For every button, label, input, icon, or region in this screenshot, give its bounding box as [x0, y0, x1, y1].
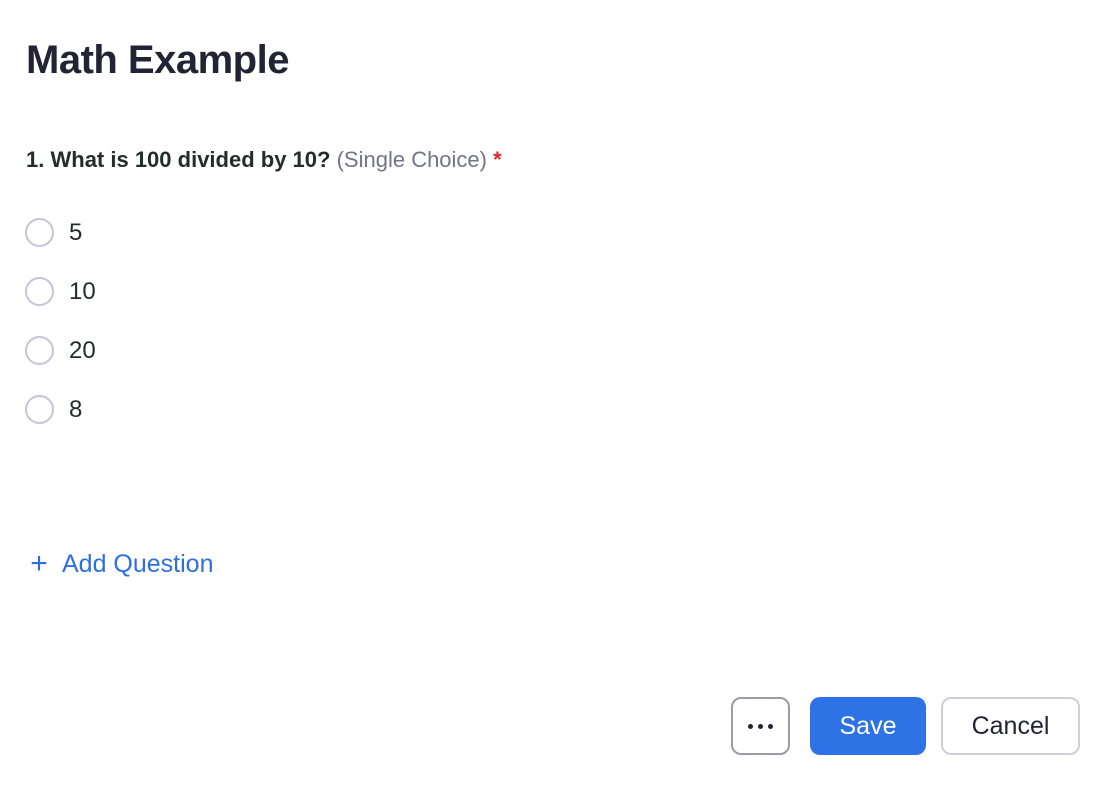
radio-button[interactable] — [25, 395, 54, 424]
save-button[interactable]: Save — [810, 697, 926, 755]
answer-option[interactable]: 8 — [25, 380, 96, 439]
page-title: Math Example — [26, 38, 289, 82]
option-label: 10 — [69, 277, 96, 305]
poll-editor: Math Example 1. What is 100 divided by 1… — [0, 0, 1108, 800]
question-text: What is 100 divided by 10? — [50, 147, 331, 172]
radio-button[interactable] — [25, 277, 54, 306]
ellipsis-dot — [758, 723, 763, 729]
radio-button[interactable] — [25, 336, 54, 365]
footer-actions: Save Cancel — [731, 697, 1080, 755]
question-heading: 1. What is 100 divided by 10? (Single Ch… — [26, 145, 502, 175]
answer-option[interactable]: 10 — [25, 262, 96, 321]
radio-button[interactable] — [25, 218, 54, 247]
cancel-button[interactable]: Cancel — [941, 697, 1080, 755]
option-label: 5 — [69, 218, 83, 246]
required-marker: * — [493, 147, 502, 172]
option-label: 20 — [69, 336, 96, 364]
answer-option[interactable]: 5 — [25, 203, 96, 262]
plus-icon: + — [30, 547, 48, 580]
question-number: 1. — [26, 147, 45, 172]
ellipsis-dot — [768, 723, 773, 729]
add-question-label: Add Question — [62, 550, 214, 578]
option-label: 8 — [69, 395, 83, 423]
more-options-button[interactable] — [731, 697, 790, 755]
question-type: (Single Choice) — [336, 147, 487, 172]
add-question-link[interactable]: + Add Question — [28, 547, 214, 580]
answer-options: 5 10 20 8 — [25, 203, 96, 439]
answer-option[interactable]: 20 — [25, 321, 96, 380]
ellipsis-icon — [748, 723, 773, 729]
ellipsis-dot — [748, 723, 753, 729]
